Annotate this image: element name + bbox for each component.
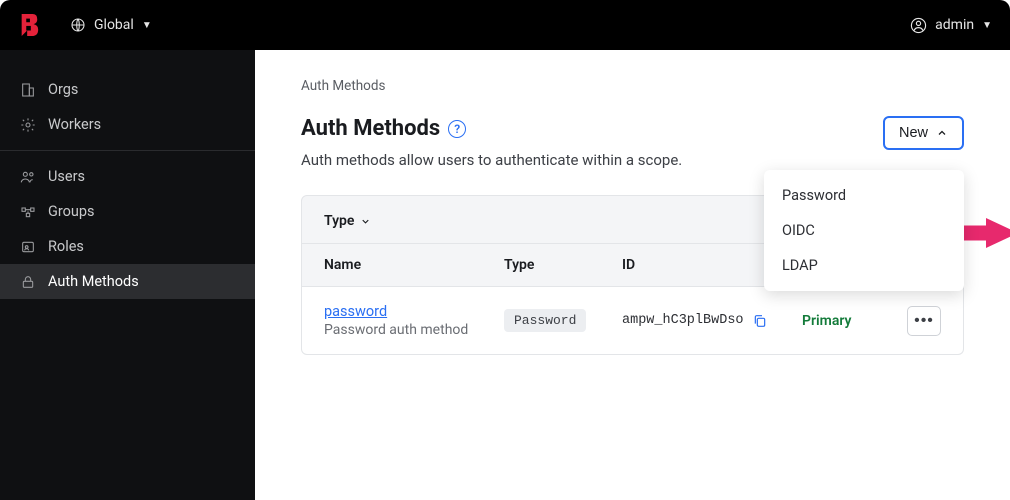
sidebar-item-label: Groups <box>48 203 95 220</box>
sidebar-divider <box>0 150 255 151</box>
help-icon[interactable]: ? <box>448 120 466 138</box>
user-menu[interactable]: admin ▼ <box>910 17 992 34</box>
table-row: password Password auth method Password a… <box>302 287 963 354</box>
topbar: Global ▼ admin ▼ <box>0 0 1010 50</box>
page-title: Auth Methods <box>301 116 440 141</box>
copy-icon[interactable] <box>752 313 768 329</box>
auth-method-desc: Password auth method <box>324 322 504 338</box>
sidebar-item-workers[interactable]: Workers <box>0 107 255 142</box>
filter-type[interactable]: Type <box>324 213 371 229</box>
sidebar-item-orgs[interactable]: Orgs <box>0 72 255 107</box>
col-type: Type <box>504 257 622 273</box>
sidebar-item-label: Users <box>48 168 85 185</box>
dropdown-item-oidc[interactable]: OIDC <box>764 213 964 248</box>
page-title-row: Auth Methods ? <box>301 116 682 141</box>
groups-icon <box>20 204 36 220</box>
col-name: Name <box>324 257 504 273</box>
scope-picker[interactable]: Global ▼ <box>70 17 152 33</box>
sidebar-item-label: Roles <box>48 238 84 255</box>
type-chip: Password <box>504 309 586 332</box>
lock-icon <box>20 274 36 290</box>
chevron-down-icon <box>360 216 371 227</box>
orgs-icon <box>20 82 36 98</box>
filter-type-label: Type <box>324 213 354 229</box>
sidebar-item-label: Workers <box>48 116 101 133</box>
app-logo <box>18 12 40 38</box>
dropdown-item-password[interactable]: Password <box>764 178 964 213</box>
page-subtitle: Auth methods allow users to authenticate… <box>301 151 682 169</box>
chevron-down-icon: ▼ <box>982 20 992 31</box>
row-actions-button[interactable]: ••• <box>907 306 941 336</box>
chevron-up-icon <box>936 127 948 139</box>
primary-badge: Primary <box>802 313 851 329</box>
auth-method-id: ampw_hC3plBwDso <box>622 313 744 328</box>
globe-icon <box>70 17 86 33</box>
sidebar-item-users[interactable]: Users <box>0 159 255 194</box>
sidebar: Orgs Workers Users Groups Roles <box>0 50 255 500</box>
new-button[interactable]: New <box>883 116 964 150</box>
sidebar-item-label: Orgs <box>48 81 78 98</box>
breadcrumb: Auth Methods <box>301 78 964 94</box>
workers-icon <box>20 117 36 133</box>
sidebar-item-roles[interactable]: Roles <box>0 229 255 264</box>
new-button-label: New <box>899 125 928 141</box>
scope-label: Global <box>94 17 134 33</box>
user-circle-icon <box>910 17 927 34</box>
auth-method-link[interactable]: password <box>324 303 387 320</box>
sidebar-item-label: Auth Methods <box>48 273 139 290</box>
roles-icon <box>20 239 36 255</box>
sidebar-item-groups[interactable]: Groups <box>0 194 255 229</box>
sidebar-item-auth-methods[interactable]: Auth Methods <box>0 264 255 299</box>
chevron-down-icon: ▼ <box>142 20 152 31</box>
user-label: admin <box>935 17 974 33</box>
dropdown-item-ldap[interactable]: LDAP <box>764 248 964 283</box>
users-icon <box>20 169 36 185</box>
content-area: Auth Methods Auth Methods ? Auth methods… <box>255 50 1010 500</box>
new-dropdown: Password OIDC LDAP <box>764 170 964 291</box>
